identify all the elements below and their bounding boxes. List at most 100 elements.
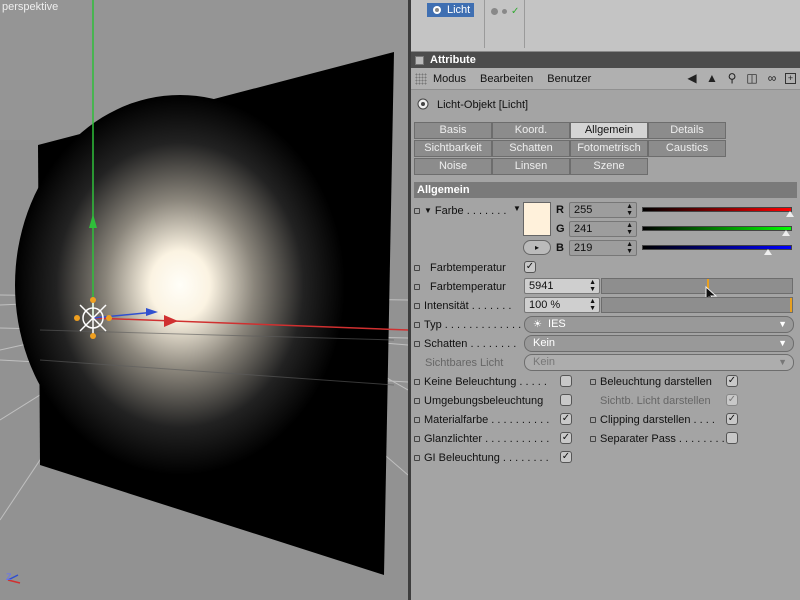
ies-light-icon: ☀	[533, 319, 542, 330]
schatten-row: Schatten . . . . . . . .	[414, 335, 516, 352]
g-slider-handle[interactable]	[782, 230, 790, 236]
menu-modus[interactable]: Modus	[433, 73, 466, 85]
materialfarbe-checkbox[interactable]: ✓	[560, 413, 572, 425]
check-row-keine-beleuchtung: Keine Beleuchtung . . . . .	[414, 373, 547, 390]
render-visibility-dot[interactable]	[502, 9, 507, 14]
keine-beleuchtung-checkbox[interactable]	[560, 375, 572, 387]
tab-sichtbarkeit[interactable]: Sichtbarkeit	[414, 140, 492, 157]
farbtemperatur-slider[interactable]	[601, 278, 793, 294]
search-icon[interactable]: ⚲	[725, 71, 739, 85]
animation-bullet[interactable]	[414, 340, 420, 347]
b-slider-handle[interactable]	[764, 249, 772, 255]
animation-bullet[interactable]	[590, 416, 596, 423]
up-arrow-icon[interactable]: ▲	[705, 71, 719, 85]
tab-koord[interactable]: Koord.	[492, 122, 570, 139]
animation-bullet[interactable]	[414, 207, 420, 214]
intensitaet-spinner-icon[interactable]: ▲ ▼	[589, 298, 596, 312]
expand-arrow-icon[interactable]: ▼	[424, 206, 432, 215]
schatten-dropdown[interactable]: Kein ▼	[524, 335, 794, 352]
object-item-light[interactable]: Licht	[427, 3, 475, 17]
animation-bullet[interactable]	[414, 416, 420, 423]
sichtbares-licht-dropdown[interactable]: Kein ▼	[524, 354, 794, 371]
check-row-clipping-darstellen: Clipping darstellen . . . .	[590, 411, 715, 428]
sichtb-licht-darstellen-label: Sichtb. Licht darstellen	[600, 394, 711, 407]
umgebungsbeleuchtung-label: Umgebungsbeleuchtung	[424, 394, 544, 407]
object-title-row: Licht-Objekt [Licht]	[411, 90, 800, 114]
clipping-darstellen-label: Clipping darstellen . . . .	[600, 413, 715, 426]
tab-allgemein[interactable]: Allgemein	[570, 122, 648, 139]
typ-dropdown[interactable]: ☀ IES ▼	[524, 316, 794, 333]
light-object-icon	[433, 6, 441, 14]
umgebungsbeleuchtung-checkbox[interactable]	[560, 394, 572, 406]
tab-szene[interactable]: Szene	[570, 158, 648, 175]
intensitaet-slider-handle[interactable]	[790, 298, 792, 312]
object-name-label: Licht	[447, 4, 471, 16]
r-value: 255	[574, 204, 593, 216]
attribute-manager-header: Attribute	[411, 52, 800, 68]
sichtb-licht-darstellen-checkbox[interactable]: ✓	[726, 394, 738, 406]
animation-bullet[interactable]	[414, 378, 420, 385]
farbtemperatur-spinner-icon[interactable]: ▲ ▼	[589, 279, 596, 293]
animation-bullet[interactable]	[590, 435, 596, 442]
animation-bullet[interactable]	[590, 378, 596, 385]
animation-bullet[interactable]	[414, 454, 420, 461]
g-slider[interactable]	[642, 226, 792, 231]
link-icon[interactable]: ∞	[765, 71, 779, 85]
glanzlichter-label: Glanzlichter . . . . . . . . . . .	[424, 432, 550, 445]
beleuchtung-darstellen-label: Beleuchtung darstellen	[600, 375, 712, 388]
tab-fotometrisch[interactable]: Fotometrisch	[570, 140, 648, 157]
farbtemperatur-checkbox[interactable]: ✓	[524, 261, 536, 273]
menu-benutzer[interactable]: Benutzer	[547, 73, 591, 85]
r-slider[interactable]	[642, 207, 792, 212]
farbtemperatur-check-label: Farbtemperatur	[430, 261, 506, 274]
intensitaet-slider[interactable]	[601, 297, 793, 313]
back-arrow-icon[interactable]: ◀	[685, 71, 699, 85]
glanzlichter-checkbox[interactable]: ✓	[560, 432, 572, 444]
g-spinner-icon[interactable]: ▲ ▼	[626, 222, 633, 236]
clipping-darstellen-checkbox[interactable]: ✓	[726, 413, 738, 425]
farbtemperatur-field[interactable]: 5941 ▲ ▼	[524, 278, 600, 294]
lock-icon[interactable]: ◫	[745, 71, 759, 85]
animation-bullet[interactable]	[414, 397, 420, 404]
farbtemperatur-value: 5941	[529, 280, 554, 292]
tab-basis[interactable]: Basis	[414, 122, 492, 139]
panel-toggle-icon[interactable]	[415, 55, 424, 65]
farbtemperatur-row: Farbtemperatur	[414, 278, 506, 295]
tab-caustics[interactable]: Caustics	[648, 140, 726, 157]
enabled-check-icon[interactable]: ✓	[511, 6, 519, 17]
object-title: Licht-Objekt [Licht]	[437, 99, 529, 111]
color-swatch[interactable]	[523, 202, 551, 236]
r-spinner-icon[interactable]: ▲ ▼	[626, 203, 633, 217]
g-value-field[interactable]: 241 ▲ ▼	[569, 221, 637, 237]
separater-pass-checkbox[interactable]	[726, 432, 738, 444]
new-panel-icon[interactable]: +	[785, 72, 796, 84]
b-value-field[interactable]: 219 ▲ ▼	[569, 240, 637, 256]
3d-viewport[interactable]: perspektive Z	[0, 0, 408, 600]
tab-noise[interactable]: Noise	[414, 158, 492, 175]
animation-bullet[interactable]	[414, 435, 420, 442]
animation-bullet[interactable]	[414, 302, 420, 309]
object-manager: Licht ✓	[411, 0, 800, 52]
gi-beleuchtung-checkbox[interactable]: ✓	[560, 451, 572, 463]
check-row-umgebungsbeleuchtung: Umgebungsbeleuchtung	[414, 392, 543, 409]
r-value-field[interactable]: 255 ▲ ▼	[569, 202, 637, 218]
beleuchtung-darstellen-checkbox[interactable]: ✓	[726, 375, 738, 387]
editor-visibility-dot[interactable]	[491, 8, 498, 15]
animation-bullet[interactable]	[414, 283, 420, 290]
intensitaet-field[interactable]: 100 % ▲ ▼	[524, 297, 600, 313]
tab-details[interactable]: Details	[648, 122, 726, 139]
grip-handle-icon[interactable]	[415, 72, 427, 85]
object-status-dots[interactable]: ✓	[491, 6, 519, 17]
tab-linsen[interactable]: Linsen	[492, 158, 570, 175]
color-picker-toggle[interactable]: ▸	[523, 240, 551, 255]
color-mode-arrow-icon[interactable]: ▼	[513, 204, 521, 213]
b-spinner-icon[interactable]: ▲ ▼	[626, 241, 633, 255]
menu-bearbeiten[interactable]: Bearbeiten	[480, 73, 533, 85]
animation-bullet[interactable]	[414, 321, 420, 328]
r-slider-handle[interactable]	[786, 211, 794, 217]
b-value: 219	[574, 242, 593, 254]
tab-schatten[interactable]: Schatten	[492, 140, 570, 157]
b-label: B	[556, 242, 564, 254]
animation-bullet[interactable]	[414, 264, 420, 271]
viewport-scene	[0, 0, 408, 600]
